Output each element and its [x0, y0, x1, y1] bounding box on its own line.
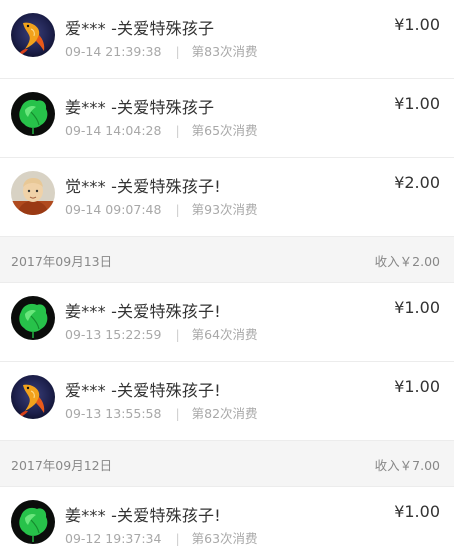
consumption-count: 第82次消费	[191, 406, 258, 421]
transaction-amount: ¥1.00	[394, 377, 440, 396]
transaction-meta: 09-12 19:37:34 | 第63次消费	[65, 528, 258, 547]
consumption-count: 第83次消费	[191, 44, 258, 59]
transaction-amount: ¥1.00	[394, 298, 440, 317]
meta-separator: |	[175, 327, 180, 342]
transaction-meta: 09-14 21:39:38 | 第83次消费	[65, 41, 258, 60]
consumption-count: 第64次消费	[191, 327, 258, 342]
section-income: 收入￥7.00	[374, 458, 440, 473]
meta-separator: |	[175, 531, 180, 546]
transaction-amount: ¥1.00	[394, 15, 440, 34]
transaction-row[interactable]: 姜*** -关爱特殊孩子! 09-12 19:37:34 | 第63次消费 ¥1.00	[0, 487, 454, 556]
transaction-list: 爱*** -关爱特殊孩子 09-14 21:39:38 | 第83次消费 ¥1.00 姜*…	[0, 0, 454, 556]
transaction-row[interactable]: 姜*** -关爱特殊孩子! 09-13 15:22:59 | 第64次消费 ¥1.00	[0, 283, 454, 362]
transaction-time: 09-13 15:22:59	[65, 327, 162, 342]
section-income: 收入￥2.00	[374, 254, 440, 269]
meta-separator: |	[175, 123, 180, 138]
transaction-title: 姜*** -关爱特殊孩子	[65, 98, 215, 117]
transaction-meta: 09-14 09:07:48 | 第93次消费	[65, 199, 258, 218]
transaction-time: 09-14 09:07:48	[65, 202, 162, 217]
consumption-count: 第65次消费	[191, 123, 258, 138]
transaction-amount: ¥1.00	[394, 94, 440, 113]
transaction-time: 09-12 19:37:34	[65, 531, 162, 546]
transaction-title: 觉*** -关爱特殊孩子!	[65, 177, 221, 196]
koi-fish-avatar	[11, 375, 55, 419]
transaction-title: 爱*** -关爱特殊孩子	[65, 19, 215, 38]
section-date: 2017年09月13日	[11, 254, 113, 269]
transaction-amount: ¥2.00	[394, 173, 440, 192]
transaction-row[interactable]: 爱*** -关爱特殊孩子! 09-13 13:55:58 | 第82次消费 ¥1.00	[0, 362, 454, 441]
portrait-avatar	[11, 171, 55, 215]
green-leaf-avatar	[11, 92, 55, 136]
meta-separator: |	[175, 44, 180, 59]
date-section-header: 2017年09月13日 收入￥2.00	[0, 237, 454, 283]
koi-fish-avatar	[11, 13, 55, 57]
transaction-title: 姜*** -关爱特殊孩子!	[65, 506, 221, 525]
transaction-row[interactable]: 觉*** -关爱特殊孩子! 09-14 09:07:48 | 第93次消费 ¥2.00	[0, 158, 454, 237]
meta-separator: |	[175, 406, 180, 421]
green-leaf-avatar	[11, 500, 55, 544]
transaction-meta: 09-14 14:04:28 | 第65次消费	[65, 120, 258, 139]
transaction-row[interactable]: 爱*** -关爱特殊孩子 09-14 21:39:38 | 第83次消费 ¥1.00	[0, 0, 454, 79]
transaction-time: 09-13 13:55:58	[65, 406, 162, 421]
consumption-count: 第93次消费	[191, 202, 258, 217]
transaction-row[interactable]: 姜*** -关爱特殊孩子 09-14 14:04:28 | 第65次消费 ¥1.00	[0, 79, 454, 158]
green-leaf-avatar	[11, 296, 55, 340]
meta-separator: |	[175, 202, 180, 217]
transaction-meta: 09-13 13:55:58 | 第82次消费	[65, 403, 258, 422]
consumption-count: 第63次消费	[191, 531, 258, 546]
transaction-amount: ¥1.00	[394, 502, 440, 521]
transaction-time: 09-14 14:04:28	[65, 123, 162, 138]
transaction-title: 姜*** -关爱特殊孩子!	[65, 302, 221, 321]
transaction-meta: 09-13 15:22:59 | 第64次消费	[65, 324, 258, 343]
transaction-time: 09-14 21:39:38	[65, 44, 162, 59]
section-date: 2017年09月12日	[11, 458, 113, 473]
transaction-title: 爱*** -关爱特殊孩子!	[65, 381, 221, 400]
date-section-header: 2017年09月12日 收入￥7.00	[0, 441, 454, 487]
